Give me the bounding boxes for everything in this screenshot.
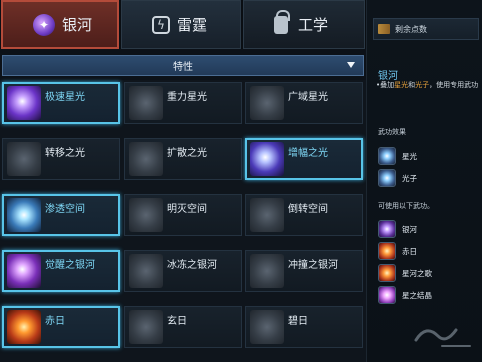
tab-engineering-label: 工学 xyxy=(298,16,329,34)
skill-icon xyxy=(250,254,284,288)
skill-slot[interactable]: 扩散之光 xyxy=(124,138,242,180)
desc-prefix: •叠加 xyxy=(376,81,395,89)
tab-thunder[interactable]: ϟ 雷霆 xyxy=(121,0,241,49)
skill-icon xyxy=(129,310,163,344)
photon-icon xyxy=(378,169,396,187)
skill-label: 广域星光 xyxy=(288,92,328,103)
usable-skill-item[interactable]: 星之结晶 xyxy=(378,285,432,305)
red-sun-skill-icon xyxy=(378,242,396,260)
skill-icon xyxy=(7,142,41,176)
skill-label: 冰冻之银河 xyxy=(167,260,217,271)
trait-dropdown[interactable]: 特性 xyxy=(2,55,364,76)
usable-skill-label: 星河之歌 xyxy=(402,268,432,278)
skill-slot[interactable]: 广域星光 xyxy=(245,82,363,124)
usable-skill-label: 银河 xyxy=(402,224,417,234)
skill-label: 扩散之光 xyxy=(167,148,207,159)
skill-slot[interactable]: 冲撞之银河 xyxy=(245,250,363,292)
remaining-points-label: 剩余点数 xyxy=(395,24,427,34)
tab-galaxy[interactable]: ✦ 银河 xyxy=(1,0,119,49)
skill-slot[interactable]: 碧日 xyxy=(245,306,363,348)
skill-slot[interactable]: 玄日 xyxy=(124,306,242,348)
skill-slot[interactable]: 赤日 xyxy=(2,306,120,348)
skill-icon xyxy=(7,310,41,344)
skill-slot[interactable]: 明灭空间 xyxy=(124,194,242,236)
chevron-down-icon xyxy=(347,62,355,68)
skill-grid: 极速星光 重力星光 广域星光转移之光 扩散之光 增幅之光渗透空间 明灭空间 倒转空间觉醒之银… xyxy=(0,80,366,362)
usable-skill-item[interactable]: 银河 xyxy=(378,219,417,239)
book-icon xyxy=(378,24,390,34)
effect-item[interactable]: 星光 xyxy=(378,146,417,166)
remaining-points-bar: 剩余点数 xyxy=(373,18,479,40)
effect-item-label: 星光 xyxy=(402,151,417,161)
starlight-icon xyxy=(378,147,396,165)
effect-item-label: 光子 xyxy=(402,173,417,183)
skill-icon xyxy=(7,198,41,232)
skill-slot[interactable]: 极速星光 xyxy=(2,82,120,124)
skill-slot[interactable]: 转移之光 xyxy=(2,138,120,180)
skill-icon xyxy=(129,198,163,232)
skill-label: 碧日 xyxy=(288,316,308,327)
skill-label: 觉醒之银河 xyxy=(45,260,95,271)
watermark-logo xyxy=(414,328,471,347)
skill-label: 渗透空间 xyxy=(45,204,85,215)
effects-heading: 武功效果 xyxy=(378,128,406,136)
skill-label: 倒转空间 xyxy=(288,204,328,215)
lock-icon xyxy=(274,9,290,34)
desc-suffix: ，使用专用武功 xyxy=(429,81,479,89)
usable-skills-heading: 可使用以下武功。 xyxy=(378,202,434,210)
skill-slot[interactable]: 冰冻之银河 xyxy=(124,250,242,292)
skill-icon xyxy=(129,86,163,120)
skill-label: 重力星光 xyxy=(167,92,207,103)
skill-label: 玄日 xyxy=(167,316,187,327)
top-tab-bar: ✦ 银河 ϟ 雷霆 工学 xyxy=(0,0,366,49)
skill-icon xyxy=(250,198,284,232)
effect-item[interactable]: 光子 xyxy=(378,168,417,188)
skill-label: 转移之光 xyxy=(45,148,85,159)
skill-label: 赤日 xyxy=(45,316,65,327)
tab-thunder-label: 雷霆 xyxy=(177,16,208,34)
tab-engineering[interactable]: 工学 xyxy=(243,0,365,49)
skill-label: 极速星光 xyxy=(45,92,85,103)
skill-info-panel: 剩余点数 银河 •叠加星光和光子，使用专用武功 武功效果 星光 光子 可使用以下… xyxy=(366,0,482,362)
skill-icon xyxy=(250,310,284,344)
desc-highlight-starlight: 星光 xyxy=(394,81,409,89)
galaxy-song-skill-icon xyxy=(378,264,396,282)
skill-slot[interactable]: 觉醒之银河 xyxy=(2,250,120,292)
skill-label: 明灭空间 xyxy=(167,204,207,215)
skill-icon xyxy=(250,142,284,176)
trait-dropdown-label: 特性 xyxy=(173,62,193,73)
galaxy-skill-icon xyxy=(378,220,396,238)
skill-icon xyxy=(129,142,163,176)
desc-highlight-photon: 光子 xyxy=(415,81,430,89)
skill-slot[interactable]: 倒转空间 xyxy=(245,194,363,236)
tab-galaxy-label: 银河 xyxy=(62,16,93,34)
usable-skill-item[interactable]: 星河之歌 xyxy=(378,263,432,283)
usable-skill-label: 赤日 xyxy=(402,246,417,256)
skill-icon xyxy=(250,86,284,120)
skill-label: 增幅之光 xyxy=(288,148,328,159)
usable-skill-item[interactable]: 赤日 xyxy=(378,241,417,261)
skill-icon xyxy=(129,254,163,288)
skill-slot[interactable]: 增幅之光 xyxy=(245,138,363,180)
skill-slot[interactable]: 渗透空间 xyxy=(2,194,120,236)
usable-skill-label: 星之结晶 xyxy=(402,290,432,300)
skill-icon xyxy=(7,86,41,120)
thunder-icon: ϟ xyxy=(152,15,170,34)
skill-slot[interactable]: 重力星光 xyxy=(124,82,242,124)
skill-icon xyxy=(7,254,41,288)
panel-description: •叠加星光和光子，使用专用武功 xyxy=(376,80,482,91)
galaxy-icon: ✦ xyxy=(33,13,55,36)
skill-label: 冲撞之银河 xyxy=(288,260,338,271)
star-crystal-skill-icon xyxy=(378,286,396,304)
